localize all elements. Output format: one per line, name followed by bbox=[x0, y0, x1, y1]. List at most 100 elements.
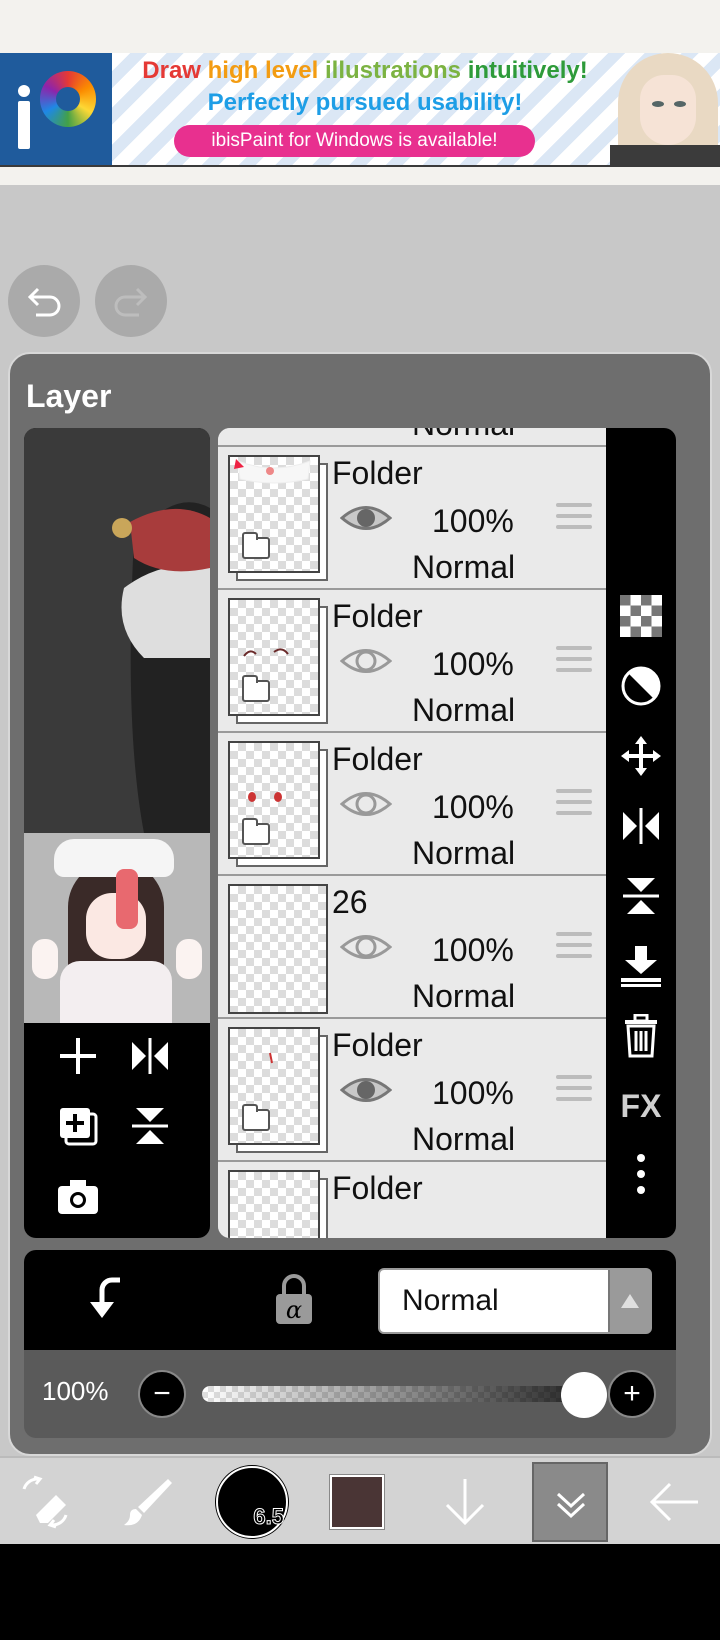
layer-blend-mode: Normal bbox=[412, 1121, 516, 1157]
opacity-increase-button[interactable]: + bbox=[608, 1370, 656, 1418]
layer-blend-mode: Normal bbox=[412, 978, 516, 1014]
layer-list[interactable]: Normal Folder 100% Normal Folder bbox=[218, 428, 608, 1238]
ibispaint-logo bbox=[0, 53, 112, 165]
layer-blend-mode: Normal bbox=[412, 549, 516, 585]
arrow-down-icon bbox=[445, 1479, 485, 1526]
layer-thumbnail-preview bbox=[24, 833, 210, 1023]
drag-handle-icon[interactable] bbox=[556, 932, 592, 962]
drag-handle-icon[interactable] bbox=[556, 1075, 592, 1105]
visibility-eye-icon[interactable] bbox=[340, 930, 392, 964]
more-options-button[interactable] bbox=[615, 1148, 667, 1200]
layer-name: 26 bbox=[332, 884, 368, 920]
layer-row[interactable]: Folder 100% Normal bbox=[218, 733, 608, 876]
brush-tool-button[interactable] bbox=[110, 1458, 184, 1546]
layer-row[interactable]: Folder 100% Normal bbox=[218, 590, 608, 733]
drag-handle-icon[interactable] bbox=[556, 789, 592, 819]
undo-icon bbox=[27, 287, 61, 317]
layer-name: Folder bbox=[332, 741, 423, 777]
transparency-button[interactable] bbox=[615, 590, 667, 642]
merge-down-button[interactable] bbox=[615, 940, 667, 992]
layer-row-partial[interactable]: Normal bbox=[218, 428, 608, 447]
brush-size-value: 6.5 bbox=[253, 1504, 285, 1530]
layer-blend-mode: Normal bbox=[412, 428, 515, 443]
layer-row[interactable]: Folder 100% Normal bbox=[218, 447, 608, 590]
layer-name: Folder bbox=[332, 1170, 423, 1206]
transform-eraser-icon bbox=[22, 1475, 68, 1529]
blend-mode-select[interactable]: Normal bbox=[378, 1268, 652, 1334]
system-nav-bar bbox=[0, 1544, 720, 1640]
duplicate-layer-button[interactable] bbox=[48, 1096, 108, 1156]
ad-banner[interactable]: Draw high level illustrations intuitivel… bbox=[0, 53, 720, 165]
tool-select-button[interactable] bbox=[10, 1458, 80, 1546]
ad-divider bbox=[0, 165, 720, 185]
clipping-mask-button[interactable] bbox=[615, 660, 667, 712]
undo-button[interactable] bbox=[8, 265, 80, 337]
layer-thumbnail bbox=[228, 598, 328, 724]
flip-layer-horizontal-button[interactable] bbox=[615, 800, 667, 852]
redo-button[interactable] bbox=[95, 265, 167, 337]
flip-layer-vertical-button[interactable] bbox=[615, 870, 667, 922]
visibility-eye-icon[interactable] bbox=[340, 787, 392, 821]
layer-tools-sidebar: FX bbox=[606, 428, 676, 1238]
fx-button[interactable]: FX bbox=[615, 1080, 667, 1132]
layer-name: Folder bbox=[332, 455, 423, 491]
folder-icon bbox=[242, 532, 270, 559]
layer-opacity: 100% bbox=[432, 1075, 514, 1111]
dropdown-arrow-icon[interactable] bbox=[608, 1270, 650, 1332]
blend-mode-value: Normal bbox=[402, 1284, 499, 1317]
duplicate-icon bbox=[60, 1108, 98, 1146]
flip-vertical-button[interactable] bbox=[120, 1096, 180, 1156]
layer-thumbnail bbox=[228, 455, 328, 581]
layer-row[interactable]: 26 100% Normal bbox=[218, 876, 608, 1019]
back-button[interactable] bbox=[636, 1458, 712, 1546]
folder-icon bbox=[242, 1104, 270, 1131]
move-down-button[interactable] bbox=[430, 1458, 500, 1546]
plus-icon bbox=[60, 1038, 96, 1074]
ad-subheadline: Perfectly pursued usability! bbox=[207, 89, 523, 116]
svg-text:α: α bbox=[286, 1296, 302, 1324]
visibility-eye-icon[interactable] bbox=[340, 501, 392, 535]
ad-portrait-image bbox=[600, 53, 720, 165]
layer-opacity: 100% bbox=[432, 932, 514, 968]
layer-row[interactable]: Folder bbox=[218, 1162, 608, 1238]
bottom-toolbar: 6.5 bbox=[0, 1456, 720, 1544]
layer-preview-pane bbox=[24, 428, 210, 1238]
drag-handle-icon[interactable] bbox=[556, 503, 592, 533]
layer-panel: Layer Folder 100% Normal Folder 100% Nor… bbox=[8, 352, 712, 1456]
layer-row[interactable]: Folder 100% Normal bbox=[218, 1019, 608, 1162]
brush-size-indicator[interactable]: 6.5 bbox=[216, 1466, 288, 1538]
layer-name: Folder bbox=[332, 598, 423, 634]
visibility-eye-icon[interactable] bbox=[340, 1073, 392, 1107]
layer-thumbnail bbox=[228, 884, 328, 1014]
layer-blend-mode: Normal bbox=[412, 692, 516, 728]
opacity-label: 100% bbox=[42, 1376, 109, 1406]
merge-down-icon bbox=[621, 946, 661, 987]
layer-opacity: 100% bbox=[432, 646, 514, 682]
alpha-lock-button[interactable]: α bbox=[272, 1274, 316, 1326]
move-arrows-icon bbox=[621, 736, 661, 776]
visibility-eye-icon[interactable] bbox=[340, 644, 392, 678]
flip-horizontal-button[interactable] bbox=[120, 1026, 180, 1086]
camera-icon bbox=[58, 1180, 98, 1214]
layer-opacity: 100% bbox=[432, 503, 514, 539]
canvas-preview[interactable] bbox=[24, 428, 210, 833]
layer-thumbnail bbox=[228, 741, 328, 867]
color-swatch[interactable] bbox=[329, 1474, 385, 1530]
flip-vertical-icon bbox=[132, 1108, 168, 1144]
ad-headline: Draw high level illustrations intuitivel… bbox=[142, 57, 588, 84]
layer-menu-button[interactable] bbox=[532, 1462, 608, 1542]
opacity-decrease-button[interactable]: − bbox=[138, 1370, 186, 1418]
double-chevron-down-icon bbox=[556, 1492, 586, 1519]
ad-cta-pill[interactable]: ibisPaint for Windows is available! bbox=[174, 125, 535, 157]
brush-icon bbox=[124, 1479, 172, 1526]
delete-layer-button[interactable] bbox=[615, 1010, 667, 1062]
trash-icon bbox=[625, 1014, 657, 1058]
layer-name: Folder bbox=[332, 1027, 423, 1063]
clipping-button[interactable] bbox=[84, 1274, 140, 1326]
layer-thumbnail bbox=[228, 1027, 328, 1153]
add-layer-button[interactable] bbox=[48, 1026, 108, 1086]
drag-handle-icon[interactable] bbox=[556, 646, 592, 676]
opacity-slider-thumb[interactable] bbox=[561, 1372, 607, 1418]
camera-button[interactable] bbox=[48, 1166, 108, 1226]
move-button[interactable] bbox=[615, 730, 667, 782]
